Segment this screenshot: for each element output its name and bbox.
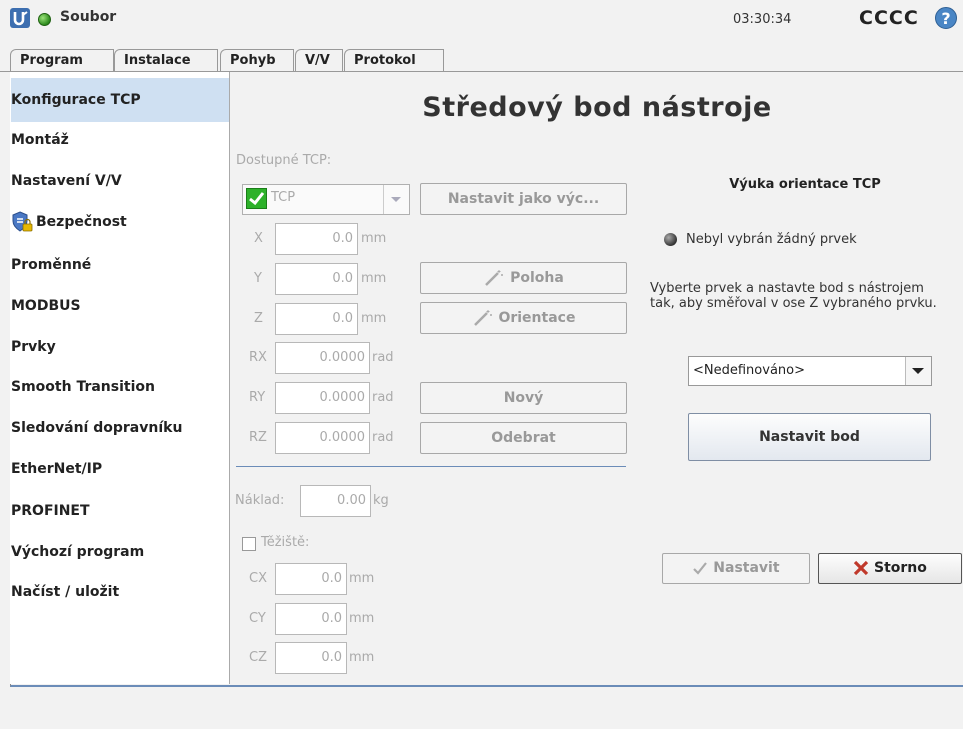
- sidebar-item-label: Konfigurace TCP: [11, 92, 141, 108]
- payload-label: Náklad:: [235, 493, 285, 508]
- sidebar-item-profinet[interactable]: PROFINET: [11, 491, 229, 531]
- x-field[interactable]: 0.0: [275, 223, 358, 255]
- unit-label: mm: [349, 571, 375, 586]
- sidebar-item-label: Prvky: [11, 339, 56, 355]
- orientation-button[interactable]: Orientace: [420, 302, 627, 334]
- cog-label: Těžiště:: [261, 535, 310, 550]
- magic-wand-icon: [485, 270, 504, 286]
- apply-button[interactable]: Nastavit: [662, 553, 810, 584]
- check-icon: [693, 562, 708, 575]
- sidebar-item-label: Nastavení V/V: [11, 173, 122, 189]
- sidebar-item-io-setup[interactable]: Nastavení V/V: [11, 161, 229, 201]
- coord-label-cz: CZ: [249, 650, 267, 665]
- cog-checkbox[interactable]: [242, 537, 256, 551]
- sidebar-item-label: Montáž: [11, 132, 69, 148]
- unit-label: kg: [373, 493, 389, 508]
- sidebar-item-label: Bezpečnost: [36, 214, 127, 230]
- new-tcp-button[interactable]: Nový: [420, 382, 627, 414]
- unit-label: rad: [372, 390, 394, 405]
- cancel-button-label: Storno: [873, 560, 927, 576]
- tab-instalace[interactable]: Instalace: [114, 49, 218, 72]
- tab-protokol[interactable]: Protokol: [344, 49, 444, 71]
- cancel-button[interactable]: Storno: [818, 553, 962, 584]
- robot-status-icon: [38, 13, 51, 26]
- robot-name: CCCC: [859, 7, 919, 29]
- position-button[interactable]: Poloha: [420, 262, 627, 294]
- unit-label: mm: [349, 611, 375, 626]
- cx-field[interactable]: 0.0: [275, 563, 347, 595]
- sidebar-item-label: MODBUS: [11, 298, 81, 314]
- coord-label-cy: CY: [249, 611, 266, 626]
- file-menu[interactable]: Soubor: [60, 9, 116, 25]
- teach-orientation-title: Výuka orientace TCP: [729, 177, 881, 192]
- unit-label: rad: [372, 350, 394, 365]
- feature-status-text: Nebyl vybrán žádný prvek: [686, 232, 857, 247]
- remove-tcp-button[interactable]: Odebrat: [420, 422, 627, 454]
- rz-field[interactable]: 0.0000: [275, 422, 370, 454]
- coord-label-y: Y: [254, 271, 262, 286]
- sidebar-item-variables[interactable]: Proměnné: [11, 245, 229, 285]
- top-bar: [0, 0, 963, 48]
- set-point-button[interactable]: Nastavit bod: [688, 413, 931, 461]
- payload-field[interactable]: 0.00: [300, 485, 371, 517]
- sidebar-item-default-program[interactable]: Výchozí program: [11, 532, 229, 572]
- coord-label-rz: RZ: [249, 430, 267, 445]
- sidebar-item-conveyor-tracking[interactable]: Sledování dopravníku: [11, 408, 229, 448]
- orientation-button-label: Orientace: [498, 310, 576, 326]
- tab-vv[interactable]: V/V: [295, 49, 343, 71]
- coord-label-cx: CX: [249, 571, 267, 586]
- teach-instructions: Vyberte prvek a nastavte bod s nástrojem…: [650, 281, 937, 311]
- sidebar-item-mounting[interactable]: Montáž: [11, 120, 229, 160]
- sidebar-item-label: Výchozí program: [11, 544, 145, 560]
- coord-label-rx: RX: [249, 350, 267, 365]
- coord-label-x: X: [254, 231, 263, 246]
- cz-field[interactable]: 0.0: [275, 642, 347, 674]
- page-title: Středový bod nástroje: [422, 92, 772, 123]
- sidebar-item-smooth-transition[interactable]: Smooth Transition: [11, 367, 229, 407]
- z-field[interactable]: 0.0: [275, 303, 358, 335]
- tab-pohyb[interactable]: Pohyb: [220, 49, 294, 71]
- sidebar-item-ethernet-ip[interactable]: EtherNet/IP: [11, 449, 229, 489]
- sidebar-item-label: PROFINET: [11, 503, 90, 519]
- y-field[interactable]: 0.0: [275, 263, 358, 295]
- chevron-down-icon: [383, 185, 409, 214]
- unit-label: mm: [349, 650, 375, 665]
- position-button-label: Poloha: [510, 270, 564, 286]
- help-icon[interactable]: ?: [935, 7, 957, 29]
- ry-field[interactable]: 0.0000: [275, 382, 370, 414]
- magic-wand-icon: [473, 310, 492, 326]
- unit-label: mm: [361, 311, 387, 326]
- shield-lock-icon: [12, 211, 33, 232]
- tcp-dropdown-value: TCP: [271, 190, 296, 205]
- ur-logo-icon: [10, 8, 30, 28]
- close-icon: [853, 560, 869, 576]
- sidebar-item-safety[interactable]: Bezpečnost: [11, 202, 229, 242]
- sidebar-item-modbus[interactable]: MODBUS: [11, 286, 229, 326]
- apply-button-label: Nastavit: [713, 560, 780, 576]
- sidebar-item-label: Načíst / uložit: [11, 584, 120, 600]
- unit-label: rad: [372, 430, 394, 445]
- coord-label-ry: RY: [249, 390, 266, 405]
- sidebar-item-label: Sledování dopravníku: [11, 420, 183, 436]
- rx-field[interactable]: 0.0000: [275, 342, 370, 374]
- clock: 03:30:34: [733, 12, 792, 27]
- available-tcp-label: Dostupné TCP:: [236, 153, 332, 168]
- sidebar-item-label: Smooth Transition: [11, 379, 155, 395]
- coord-label-z: Z: [254, 311, 263, 326]
- sidebar-item-label: EtherNet/IP: [11, 461, 103, 477]
- sidebar-item-tcp-config[interactable]: Konfigurace TCP: [11, 78, 229, 122]
- cy-field[interactable]: 0.0: [275, 603, 347, 635]
- feature-select-value: <Nedefinováno>: [693, 363, 805, 378]
- section-divider: [236, 466, 626, 467]
- chevron-down-icon: [905, 357, 931, 385]
- sidebar-item-load-save[interactable]: Načíst / uložit: [11, 572, 229, 612]
- sidebar-item-features[interactable]: Prvky: [11, 327, 229, 367]
- tab-program[interactable]: Program: [10, 49, 114, 71]
- feature-status-icon: [664, 233, 677, 246]
- unit-label: mm: [361, 231, 387, 246]
- sidebar-item-label: Proměnné: [11, 257, 92, 273]
- set-as-default-button[interactable]: Nastavit jako výc...: [420, 183, 627, 215]
- unit-label: mm: [361, 271, 387, 286]
- checkmark-icon: [246, 188, 267, 209]
